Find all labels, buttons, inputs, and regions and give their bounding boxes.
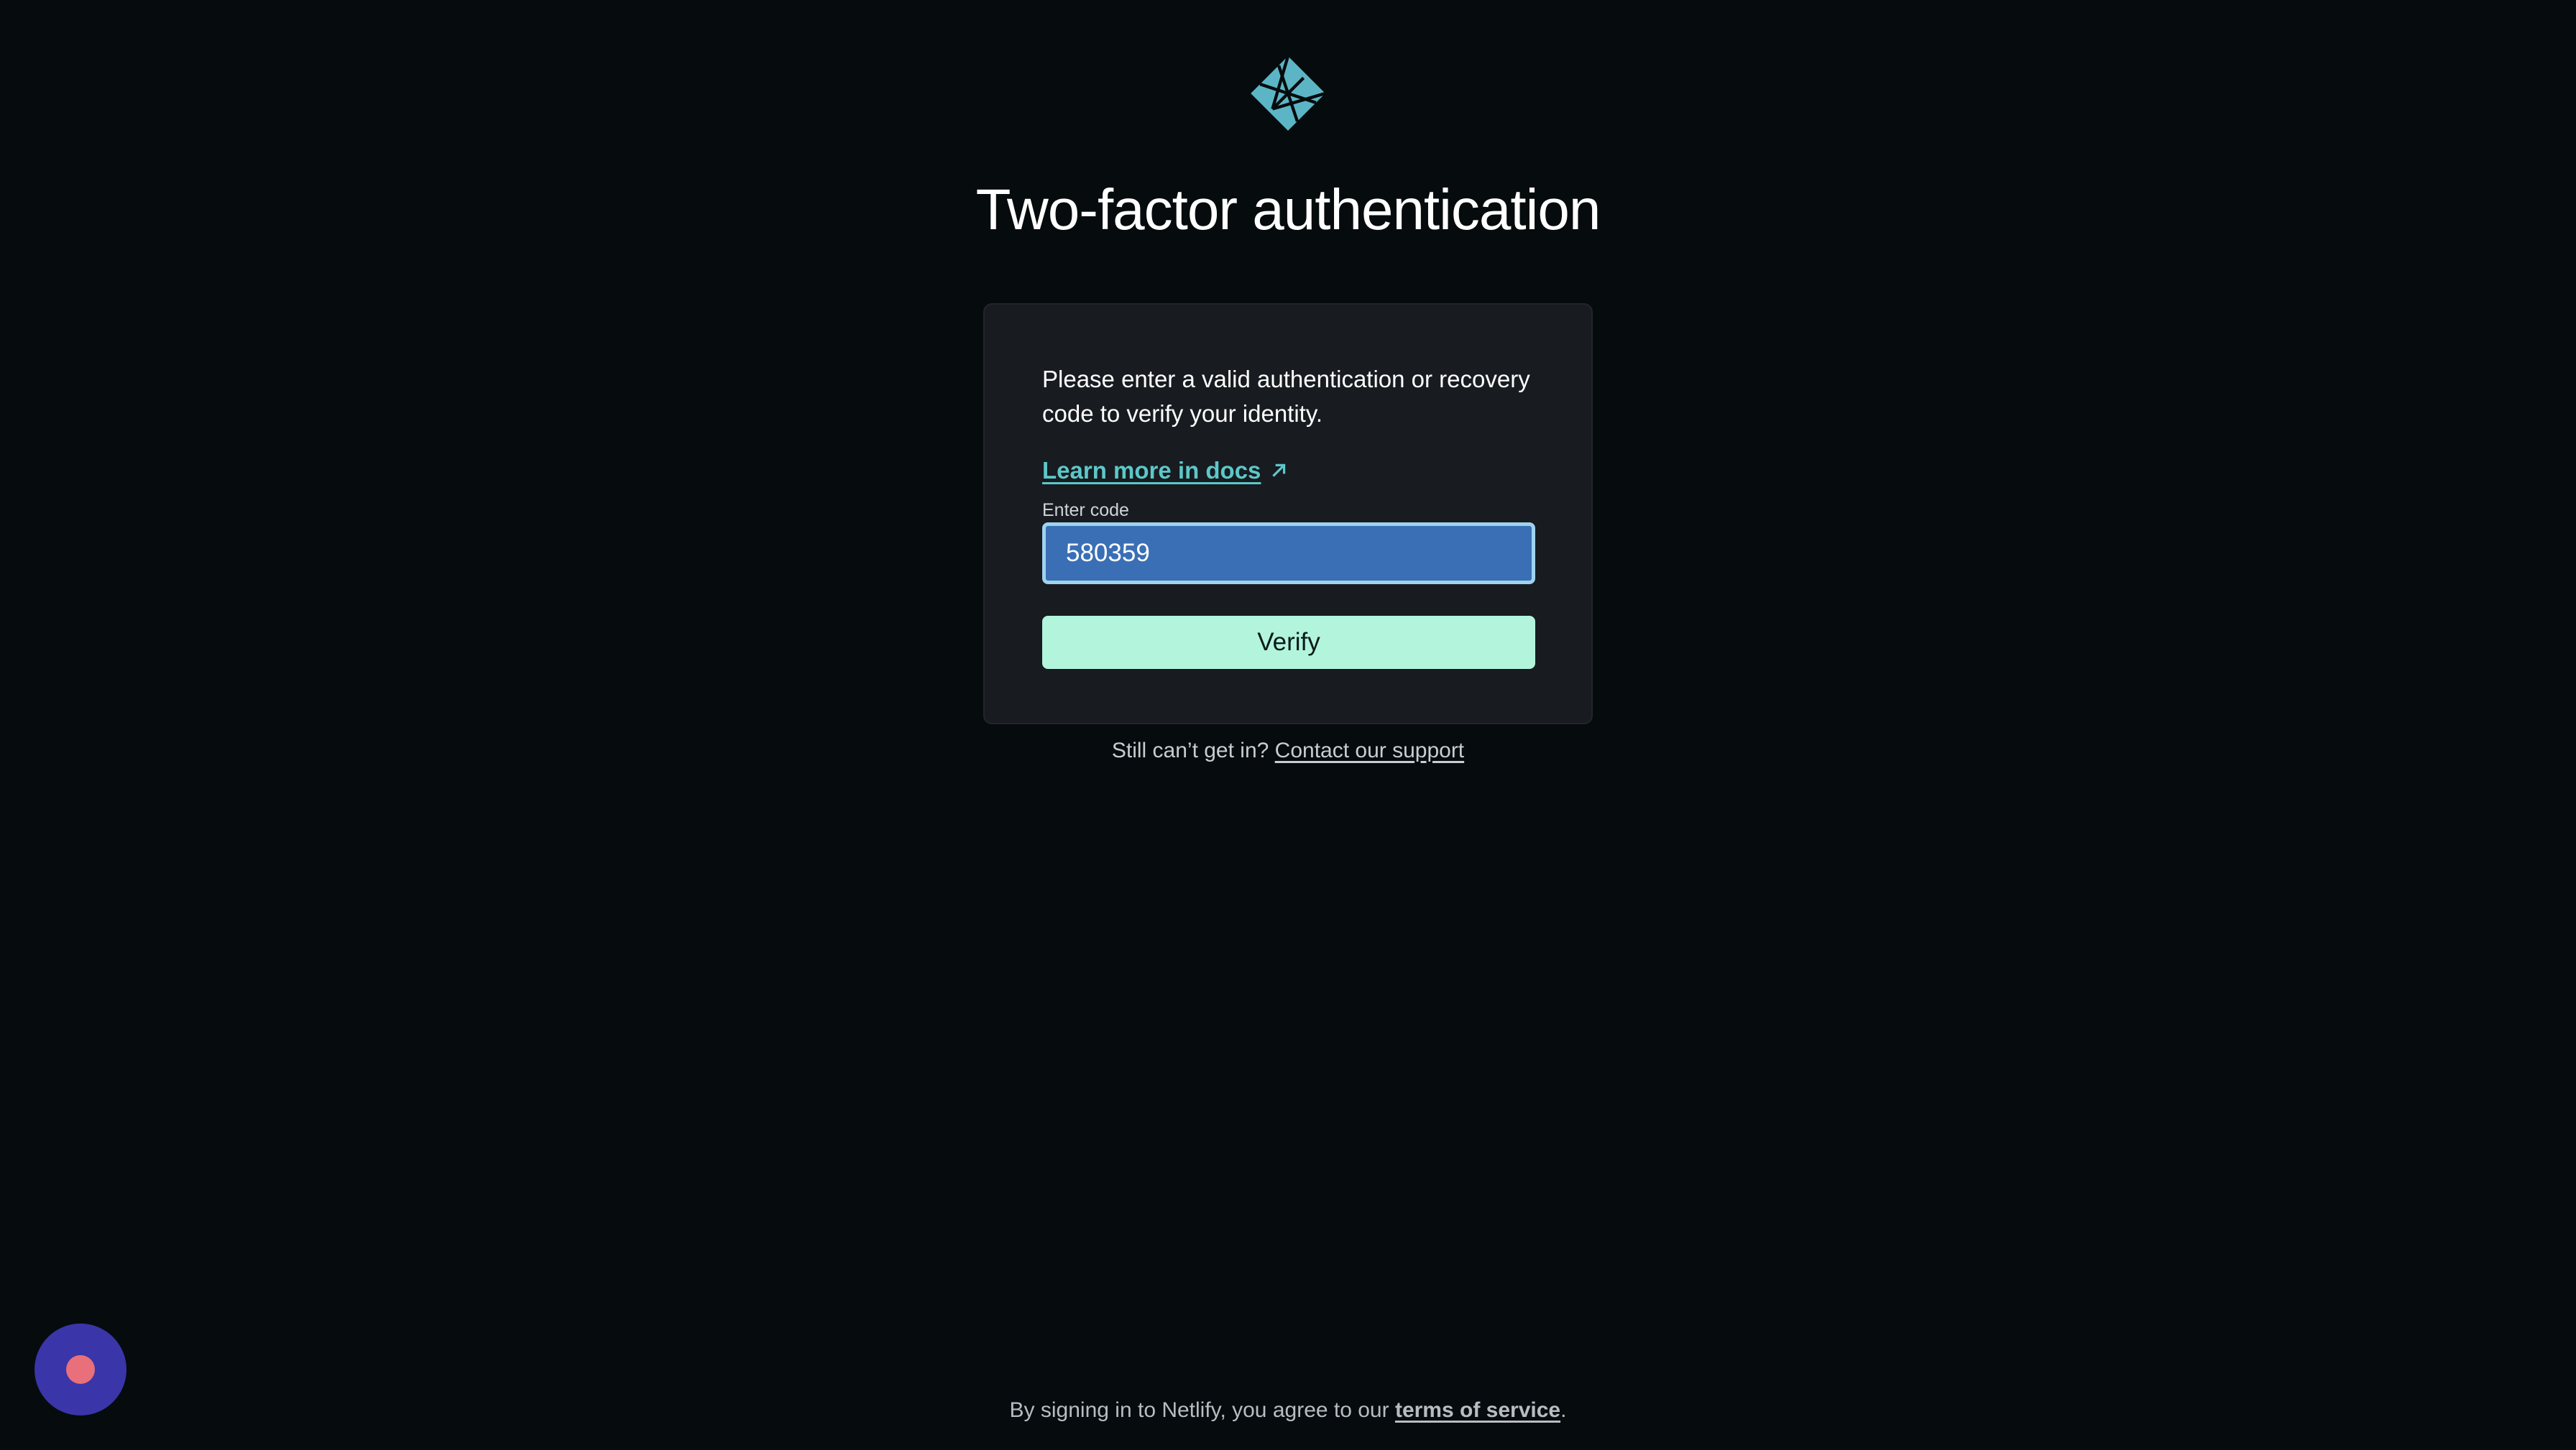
learn-more-docs-link[interactable]: Learn more in docs [1042,457,1288,484]
netlify-logo-icon [1251,55,1326,131]
record-button[interactable] [34,1324,126,1416]
code-field-label: Enter code [1042,500,1129,520]
page: Two-factor authentication Please enter a… [0,0,2576,1450]
record-dot-icon [66,1355,95,1384]
footer-suffix: . [1560,1398,1567,1422]
support-line: Still can’t get in? Contact our support [0,739,2576,763]
verification-card: Please enter a valid authentication or r… [983,303,1593,724]
footer: By signing in to Netlify, you agree to o… [0,1398,2576,1423]
footer-prefix: By signing in to Netlify, you agree to o… [1009,1398,1389,1422]
terms-of-service-link[interactable]: terms of service [1395,1398,1560,1422]
support-prefix: Still can’t get in? [1111,739,1269,762]
docs-link-label: Learn more in docs [1042,457,1261,484]
code-input[interactable] [1042,522,1535,584]
external-arrow-icon [1272,463,1286,477]
contact-support-link[interactable]: Contact our support [1275,739,1464,762]
instructions-text: Please enter a valid authentication or r… [1042,366,1530,427]
verify-button[interactable]: Verify [1042,616,1535,669]
page-title: Two-factor authentication [975,177,1601,241]
